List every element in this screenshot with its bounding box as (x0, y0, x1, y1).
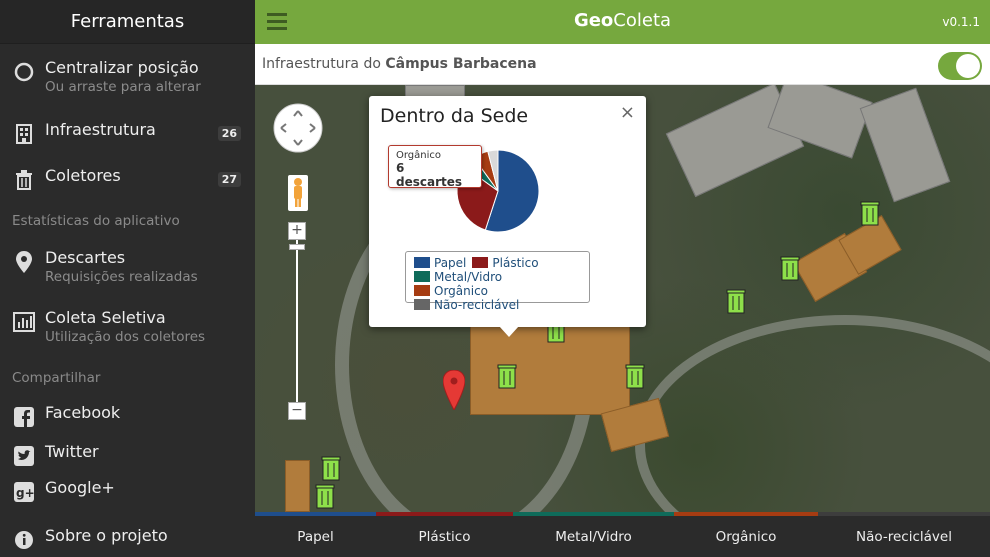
category-tabs: Papel Plástico Metal/Vidro Orgânico Não-reci… (255, 512, 990, 557)
legend-swatch (414, 257, 430, 268)
sidebar-item-sublabel: Utilização dos coletores (45, 329, 206, 345)
sidebar-item-label: Centralizar posição (45, 58, 199, 77)
legend-swatch (414, 271, 430, 282)
zoom-out-icon[interactable]: − (288, 402, 306, 420)
sidebar-item-label: Sobre o projeto (45, 526, 168, 545)
road (635, 315, 990, 512)
trash-bin-marker-icon[interactable] (860, 200, 880, 226)
legend-swatch (472, 257, 489, 268)
legend-item[interactable]: Metal/Vidro (414, 270, 502, 284)
sidebar-item-label: Google+ (45, 478, 115, 497)
app-title: GeoColeta (255, 10, 990, 31)
trash-bin-marker-icon[interactable] (780, 255, 800, 281)
sidebar-item-twitter[interactable]: Twitter (0, 442, 255, 468)
trash-bin-marker-icon[interactable] (315, 483, 335, 509)
sidebar-item-descartes[interactable]: Descartes Requisições realizadas (0, 248, 255, 286)
chart-tooltip: Orgânico 6 descartes (388, 145, 482, 189)
sidebar-item-label: Coletores (45, 166, 121, 185)
trash-bin-marker-icon[interactable] (321, 455, 341, 481)
context-title: Infraestrutura do Câmpus Barbacena (262, 56, 537, 72)
tab-org-nico[interactable]: Orgânico (674, 512, 818, 557)
zoom-in-icon[interactable]: + (288, 222, 306, 240)
building (285, 460, 310, 512)
tab-pl-stico[interactable]: Plástico (376, 512, 513, 557)
sidebar-item-coletores[interactable]: Coletores 27 (0, 166, 255, 192)
popup-pointer (499, 326, 519, 337)
trash-bin-marker-icon[interactable] (726, 288, 746, 314)
tooltip-label: Orgânico (396, 150, 442, 161)
red-map-marker-icon[interactable] (443, 370, 465, 410)
sidebar-item-about[interactable]: Sobre o projeto (0, 526, 255, 552)
sidebar-item-sublabel: Ou arraste para alterar (45, 79, 201, 95)
context-bar: Infraestrutura do Câmpus Barbacena (255, 44, 990, 85)
google-plus-icon: g+ (12, 480, 36, 504)
layer-toggle[interactable] (938, 52, 982, 80)
sidebar-title: Ferramentas (0, 0, 255, 44)
zoom-track (296, 236, 298, 412)
app-header: GeoColeta v0.1.1 (255, 0, 990, 44)
close-icon[interactable]: × (620, 102, 635, 123)
building-icon (12, 122, 36, 146)
svg-text:g+: g+ (16, 486, 34, 500)
legend-swatch (414, 299, 430, 310)
bar-chart-icon (12, 310, 36, 334)
legend-label: Metal/Vidro (434, 270, 503, 284)
sidebar-item-centralize[interactable]: Centralizar posição Ou arraste para alte… (0, 58, 255, 96)
sidebar: Ferramentas Centralizar posição Ou arras… (0, 0, 255, 557)
tab-n-o-recicl-vel[interactable]: Não-reciclável (818, 512, 990, 557)
sidebar-item-label: Descartes (45, 248, 126, 267)
legend-item[interactable]: Plástico (472, 256, 539, 270)
tab-papel[interactable]: Papel (255, 512, 376, 557)
info-icon (12, 528, 36, 552)
map-pin-icon (12, 250, 36, 274)
tab-metal-vidro[interactable]: Metal/Vidro (513, 512, 674, 557)
info-popup: Dentro da Sede × Orgânico 6 descartes Pa… (369, 96, 646, 337)
sidebar-item-google-plus[interactable]: g+ Google+ (0, 478, 255, 504)
trash-icon (12, 168, 36, 192)
section-header-share: Compartilhar (12, 370, 101, 386)
pan-control-icon[interactable] (273, 103, 323, 153)
trash-bin-marker-icon[interactable] (497, 363, 517, 389)
sidebar-item-label: Infraestrutura (45, 120, 156, 139)
count-badge: 26 (217, 126, 241, 141)
building (859, 87, 951, 203)
legend-item[interactable]: Orgânico (414, 284, 488, 298)
trash-bin-marker-icon[interactable] (625, 363, 645, 389)
legend-swatch (414, 285, 430, 296)
zoom-handle[interactable] (289, 244, 305, 250)
version-label: v0.1.1 (942, 15, 980, 29)
sidebar-item-sublabel: Requisições realizadas (45, 269, 198, 285)
legend-item[interactable]: Papel (414, 256, 466, 270)
legend-item[interactable]: Não-reciclável (414, 298, 519, 312)
legend-label: Papel (434, 256, 467, 270)
tooltip-value: 6 descartes (396, 161, 463, 189)
sidebar-item-label: Twitter (45, 442, 99, 461)
count-badge: 27 (217, 172, 241, 187)
legend-label: Orgânico (434, 284, 489, 298)
sidebar-item-label: Coleta Seletiva (45, 308, 166, 327)
legend-label: Não-reciclável (434, 298, 520, 312)
circle-icon (12, 60, 36, 84)
toggle-knob (956, 54, 980, 78)
chart-legend: Papel Plástico Metal/VidroOrgânico Não-reci… (405, 251, 590, 312)
section-header-stats: Estatísticas do aplicativo (12, 213, 180, 229)
sidebar-item-label: Facebook (45, 403, 121, 422)
popup-title: Dentro da Sede (380, 105, 529, 127)
campus-name: Câmpus Barbacena (385, 56, 537, 72)
zoom-slider[interactable]: + − (288, 222, 306, 422)
context-prefix: Infraestrutura do (262, 56, 386, 72)
pegman-icon[interactable] (288, 175, 308, 211)
facebook-icon (12, 405, 36, 429)
twitter-icon (12, 444, 36, 468)
sidebar-item-infraestrutura[interactable]: Infraestrutura 26 (0, 120, 255, 146)
brand-bold: Geo (573, 10, 614, 31)
legend-label: Plástico (492, 256, 539, 270)
brand-rest: Coleta (613, 10, 672, 31)
sidebar-item-facebook[interactable]: Facebook (0, 403, 255, 429)
sidebar-item-coleta-seletiva[interactable]: Coleta Seletiva Utilização dos coletores (0, 308, 255, 346)
